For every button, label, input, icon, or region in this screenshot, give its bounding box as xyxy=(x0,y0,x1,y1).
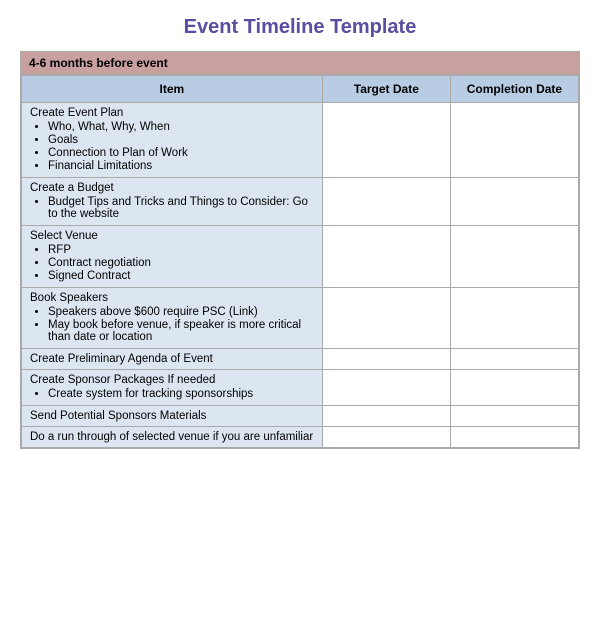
item-cell: Create Sponsor Packages If needed Create … xyxy=(22,370,323,406)
completion-date-cell xyxy=(450,427,578,448)
col-header-target: Target Date xyxy=(322,76,450,103)
table-row: Create Event Plan Who, What, Why, WhenGoa… xyxy=(22,103,579,178)
item-title: Create Event Plan xyxy=(30,107,123,119)
table-row: Create a Budget Budget Tips and Tricks an… xyxy=(22,178,579,226)
sub-items-list: Speakers above $600 require PSC (Link)Ma… xyxy=(30,306,314,343)
list-item: May book before venue, if speaker is mor… xyxy=(48,319,314,343)
completion-date-cell xyxy=(450,103,578,178)
table-row: Do a run through of selected venue if yo… xyxy=(22,427,579,448)
completion-date-cell xyxy=(450,178,578,226)
item-title: Send Potential Sponsors Materials xyxy=(30,410,206,422)
item-title: Do a run through of selected venue if yo… xyxy=(30,431,313,443)
completion-date-cell xyxy=(450,349,578,370)
col-header-item: Item xyxy=(22,76,323,103)
table-row: Select Venue RFPContract negotiationSigne… xyxy=(22,226,579,288)
timeline-table-wrapper: 4-6 months before event Item Target Date… xyxy=(20,51,580,449)
target-date-cell xyxy=(322,370,450,406)
item-cell: Book Speakers Speakers above $600 require… xyxy=(22,288,323,349)
item-cell: Send Potential Sponsors Materials xyxy=(22,406,323,427)
table-row: Create Sponsor Packages If needed Create … xyxy=(22,370,579,406)
item-title: Select Venue xyxy=(30,230,98,242)
list-item: Financial Limitations xyxy=(48,160,314,172)
target-date-cell xyxy=(322,349,450,370)
list-item: Connection to Plan of Work xyxy=(48,147,314,159)
target-date-cell xyxy=(322,406,450,427)
table-row: Create Preliminary Agenda of Event xyxy=(22,349,579,370)
target-date-cell xyxy=(322,226,450,288)
list-item: Who, What, Why, When xyxy=(48,121,314,133)
timeline-table: Item Target Date Completion Date Create … xyxy=(21,75,579,448)
list-item: Budget Tips and Tricks and Things to Con… xyxy=(48,196,314,220)
section-header: 4-6 months before event xyxy=(21,52,579,75)
table-row: Send Potential Sponsors Materials xyxy=(22,406,579,427)
target-date-cell xyxy=(322,288,450,349)
completion-date-cell xyxy=(450,226,578,288)
target-date-cell xyxy=(322,427,450,448)
list-item: Contract negotiation xyxy=(48,257,314,269)
item-cell: Create a Budget Budget Tips and Tricks an… xyxy=(22,178,323,226)
table-header-row: Item Target Date Completion Date xyxy=(22,76,579,103)
table-row: Book Speakers Speakers above $600 require… xyxy=(22,288,579,349)
page-title: Event Timeline Template xyxy=(20,16,580,39)
item-cell: Do a run through of selected venue if yo… xyxy=(22,427,323,448)
item-title: Create Preliminary Agenda of Event xyxy=(30,353,213,365)
completion-date-cell xyxy=(450,288,578,349)
item-cell: Create Event Plan Who, What, Why, WhenGoa… xyxy=(22,103,323,178)
sub-items-list: Who, What, Why, WhenGoalsConnection to P… xyxy=(30,121,314,172)
list-item: Speakers above $600 require PSC (Link) xyxy=(48,306,314,318)
sub-items-list: RFPContract negotiationSigned Contract xyxy=(30,244,314,282)
list-item: RFP xyxy=(48,244,314,256)
list-item: Create system for tracking sponsorships xyxy=(48,388,314,400)
item-cell: Create Preliminary Agenda of Event xyxy=(22,349,323,370)
target-date-cell xyxy=(322,103,450,178)
item-title: Create Sponsor Packages If needed xyxy=(30,374,215,386)
completion-date-cell xyxy=(450,406,578,427)
sub-items-list: Create system for tracking sponsorships xyxy=(30,388,314,400)
sub-items-list: Budget Tips and Tricks and Things to Con… xyxy=(30,196,314,220)
list-item: Goals xyxy=(48,134,314,146)
completion-date-cell xyxy=(450,370,578,406)
item-title: Create a Budget xyxy=(30,182,114,194)
item-cell: Select Venue RFPContract negotiationSigne… xyxy=(22,226,323,288)
col-header-completion: Completion Date xyxy=(450,76,578,103)
item-title: Book Speakers xyxy=(30,292,108,304)
list-item: Signed Contract xyxy=(48,270,314,282)
target-date-cell xyxy=(322,178,450,226)
